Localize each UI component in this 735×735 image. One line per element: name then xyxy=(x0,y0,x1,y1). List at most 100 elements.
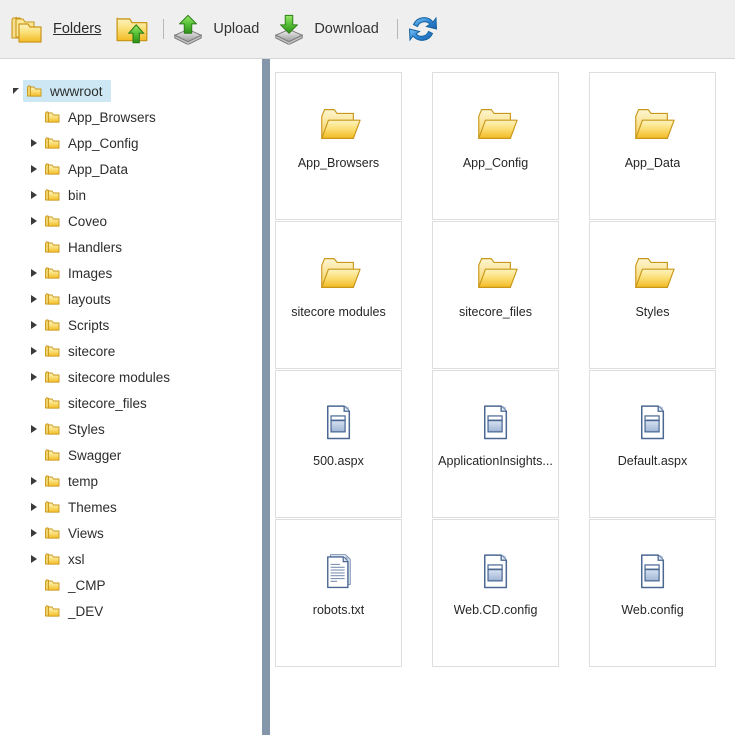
tree-item-views[interactable]: Views xyxy=(0,520,262,546)
tree-item-wwwroot[interactable]: wwwroot xyxy=(0,78,262,104)
folder-icon xyxy=(44,473,61,489)
tree-item-bin[interactable]: bin xyxy=(0,182,262,208)
file-tile[interactable]: Default.aspx xyxy=(589,370,716,518)
file-tile-label: App_Config xyxy=(462,156,529,170)
text-file-icon xyxy=(324,547,354,595)
tree-item-content[interactable]: Scripts xyxy=(41,314,117,336)
tree-item-app-data[interactable]: App_Data xyxy=(0,156,262,182)
tree-item--dev[interactable]: _DEV xyxy=(0,598,262,624)
folder-icon xyxy=(44,109,61,125)
file-tile[interactable]: Web.CD.config xyxy=(432,519,559,667)
tree-item-sitecore[interactable]: sitecore xyxy=(0,338,262,364)
file-tile[interactable]: robots.txt xyxy=(275,519,402,667)
file-tile[interactable]: App_Config xyxy=(432,72,559,220)
tree-item-swagger[interactable]: Swagger xyxy=(0,442,262,468)
download-button[interactable]: Download xyxy=(269,7,389,51)
file-tile[interactable]: App_Browsers xyxy=(275,72,402,220)
tree-item-content[interactable]: App_Config xyxy=(41,132,147,154)
folder-icon xyxy=(44,187,61,203)
new-folder-upload-button[interactable] xyxy=(111,7,155,51)
chevron-right-icon[interactable] xyxy=(26,182,41,208)
tree-item-content[interactable]: bin xyxy=(41,184,94,206)
chevron-right-icon[interactable] xyxy=(26,338,41,364)
file-tile[interactable]: Styles xyxy=(589,221,716,369)
chevron-down-icon[interactable] xyxy=(8,78,23,104)
tree-item-content[interactable]: App_Data xyxy=(41,158,136,180)
file-tile[interactable]: 500.aspx xyxy=(275,370,402,518)
refresh-button[interactable] xyxy=(402,7,444,51)
file-tile[interactable]: sitecore modules xyxy=(275,221,402,369)
tree-item-content[interactable]: App_Browsers xyxy=(41,106,164,128)
folder-icon xyxy=(630,249,676,297)
chevron-right-icon[interactable] xyxy=(26,260,41,286)
tree-item-themes[interactable]: Themes xyxy=(0,494,262,520)
folder-tree-pane[interactable]: wwwroot App_Browsers App_Config App_Databin… xyxy=(0,59,262,735)
tree-item-content[interactable]: xsl xyxy=(41,548,93,570)
chevron-right-icon[interactable] xyxy=(26,312,41,338)
tree-item-label: Images xyxy=(68,265,113,281)
tree-item-content[interactable]: sitecore modules xyxy=(41,366,178,388)
file-tile[interactable]: ApplicationInsights... xyxy=(432,370,559,518)
folder-icon xyxy=(44,317,61,333)
tree-item-content[interactable]: Swagger xyxy=(41,444,129,466)
aspx-file-icon xyxy=(481,547,511,595)
chevron-right-icon[interactable] xyxy=(26,546,41,572)
tree-item-content[interactable]: sitecore_files xyxy=(41,392,155,414)
file-tile[interactable]: sitecore_files xyxy=(432,221,559,369)
tree-item-scripts[interactable]: Scripts xyxy=(0,312,262,338)
tree-item-app-browsers[interactable]: App_Browsers xyxy=(0,104,262,130)
chevron-right-icon[interactable] xyxy=(26,208,41,234)
file-tile-label: Default.aspx xyxy=(617,454,688,468)
tree-item-content[interactable]: Handlers xyxy=(41,236,130,258)
tree-item-content[interactable]: wwwroot xyxy=(23,80,111,102)
tree-item-content[interactable]: temp xyxy=(41,470,106,492)
tree-item-content[interactable]: Coveo xyxy=(41,210,115,232)
folder-icon xyxy=(44,213,61,229)
folders-button[interactable]: Folders xyxy=(6,7,111,51)
tree-item-content[interactable]: Views xyxy=(41,522,112,544)
folder-icon xyxy=(44,291,61,307)
tree-item-content[interactable]: _CMP xyxy=(41,574,114,596)
tree-item-xsl[interactable]: xsl xyxy=(0,546,262,572)
tree-item-sitecore-files[interactable]: sitecore_files xyxy=(0,390,262,416)
tree-item-handlers[interactable]: Handlers xyxy=(0,234,262,260)
toolbar-separator-1 xyxy=(163,19,165,39)
chevron-right-icon[interactable] xyxy=(26,468,41,494)
tree-item-app-config[interactable]: App_Config xyxy=(0,130,262,156)
tree-item-content[interactable]: Styles xyxy=(41,418,113,440)
aspx-file-icon xyxy=(324,398,354,446)
tree-item--cmp[interactable]: _CMP xyxy=(0,572,262,598)
chevron-right-icon[interactable] xyxy=(26,286,41,312)
tree-item-content[interactable]: layouts xyxy=(41,288,119,310)
tree-item-content[interactable]: sitecore xyxy=(41,340,123,362)
file-list-pane[interactable]: App_Browsers App_Config App_Data sitecore m… xyxy=(270,59,735,735)
file-tile[interactable]: Web.config xyxy=(589,519,716,667)
chevron-right-icon[interactable] xyxy=(26,364,41,390)
upload-button[interactable]: Upload xyxy=(168,7,269,51)
upload-icon xyxy=(172,14,204,45)
tree-item-label: bin xyxy=(68,187,87,203)
file-tile-label: sitecore modules xyxy=(291,305,386,319)
chevron-right-icon[interactable] xyxy=(26,520,41,546)
chevron-right-icon[interactable] xyxy=(26,416,41,442)
tree-item-label: xsl xyxy=(68,551,85,567)
tree-item-layouts[interactable]: layouts xyxy=(0,286,262,312)
tree-item-content[interactable]: _DEV xyxy=(41,600,111,622)
chevron-right-icon[interactable] xyxy=(26,156,41,182)
tree-item-images[interactable]: Images xyxy=(0,260,262,286)
tree-item-temp[interactable]: temp xyxy=(0,468,262,494)
chevron-right-icon[interactable] xyxy=(26,130,41,156)
tree-item-label: _DEV xyxy=(68,603,104,619)
tree-item-sitecore-modules[interactable]: sitecore modules xyxy=(0,364,262,390)
file-tile-label: ApplicationInsights... xyxy=(438,454,553,468)
chevron-right-icon[interactable] xyxy=(26,494,41,520)
pane-splitter[interactable] xyxy=(262,59,270,735)
tree-item-content[interactable]: Images xyxy=(41,262,120,284)
tree-item-styles[interactable]: Styles xyxy=(0,416,262,442)
file-tile[interactable]: App_Data xyxy=(589,72,716,220)
download-label: Download xyxy=(314,21,379,37)
tree-item-content[interactable]: Themes xyxy=(41,496,125,518)
tree-item-coveo[interactable]: Coveo xyxy=(0,208,262,234)
